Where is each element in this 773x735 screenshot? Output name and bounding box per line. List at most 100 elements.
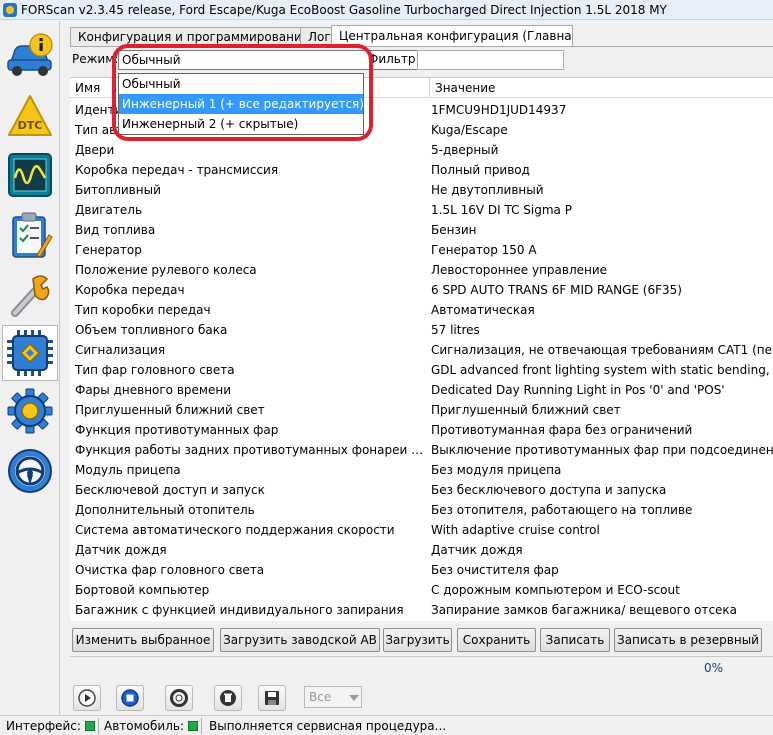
cell-value: Без отопителя, работающего на топливе bbox=[431, 503, 693, 517]
table-row[interactable]: Дополнительный отопитель Без отопителя, р… bbox=[70, 500, 773, 520]
nav-service-button[interactable] bbox=[2, 267, 58, 323]
vehicle-led-icon bbox=[188, 721, 198, 731]
cell-value: Сигнализация, не отвечающая требованиям … bbox=[431, 343, 773, 357]
cell-name: Коробка передач - трансмиссия bbox=[75, 163, 279, 177]
status-separator bbox=[98, 718, 99, 734]
cell-name: Двери bbox=[75, 143, 115, 157]
cell-name: Функция работы задних противотуманных фо… bbox=[75, 443, 427, 457]
table-row[interactable]: Бесключевой доступ и запуск Без бесключев… bbox=[70, 480, 773, 500]
table-row[interactable]: Датчик дождя Датчик дождя bbox=[70, 540, 773, 560]
table-row[interactable]: Тип коробки передач Автоматическая bbox=[70, 300, 773, 320]
table-row[interactable]: Бортовой компьютер С дорожным компьютером… bbox=[70, 580, 773, 600]
left-navigation-bar: DTC bbox=[0, 21, 60, 715]
table-row[interactable]: Двери 5-дверный bbox=[70, 140, 773, 160]
status-bar: Интерфейс: Автомобиль: Выполняется серви… bbox=[0, 715, 773, 735]
table-row[interactable]: Приглушенный ближний свет Приглушенный бл… bbox=[70, 400, 773, 420]
table-row[interactable]: Модуль прицепа Без модуля прицепа bbox=[70, 460, 773, 480]
cell-name: Коробка передач bbox=[75, 283, 185, 297]
cell-value: Приглушенный ближний свет bbox=[431, 403, 621, 417]
mode-dropdown-list: Обычный Инженерный 1 (+ все редактируетс… bbox=[118, 73, 364, 135]
cell-name: Вид топлива bbox=[75, 223, 156, 237]
table-row[interactable]: Коробка передач - трансмиссия Полный прив… bbox=[70, 160, 773, 180]
load-factory-button[interactable]: Загрузить заводской AB bbox=[220, 628, 380, 652]
nav-settings-button[interactable] bbox=[2, 383, 58, 439]
table-row[interactable]: Битопливный Не двутопливный bbox=[70, 180, 773, 200]
mode-option-engineering-2[interactable]: Инженерный 2 (+ скрытые) bbox=[119, 114, 363, 134]
stop-button[interactable] bbox=[116, 685, 144, 711]
cell-value: Противотуманная фара без ограничений bbox=[431, 423, 693, 437]
cell-name: Тип коробки передач bbox=[75, 303, 211, 317]
chevron-down-icon[interactable] bbox=[349, 690, 359, 707]
nav-oscilloscope-button[interactable] bbox=[2, 147, 58, 203]
table-row[interactable]: Система автоматического поддержания скор… bbox=[70, 520, 773, 540]
interface-status: Интерфейс: bbox=[6, 718, 95, 734]
tab-underline bbox=[70, 46, 773, 47]
cell-name: Система автоматического поддержания скор… bbox=[75, 523, 395, 537]
table-row[interactable]: Очистка фар головного света Без очистител… bbox=[70, 560, 773, 580]
cell-value: Выключение противотуманных фар при подсо… bbox=[431, 443, 773, 457]
cell-name: Объем топливного бака bbox=[75, 323, 228, 337]
delete-button[interactable] bbox=[214, 685, 242, 711]
table-row[interactable]: Сигнализация Сигнализация, не отвечающая … bbox=[70, 340, 773, 360]
load-button[interactable]: Загрузить bbox=[383, 628, 452, 652]
nav-tests-button[interactable] bbox=[2, 207, 58, 263]
table-row[interactable]: Функция работы задних противотуманных фо… bbox=[70, 440, 773, 460]
scope-select[interactable]: Все bbox=[304, 686, 362, 708]
table-row[interactable]: Объем топливного бака 57 litres bbox=[70, 320, 773, 340]
progress-area: 0% bbox=[70, 656, 773, 678]
configuration-table: Имя Значение Идентификационный номер1FMC… bbox=[70, 77, 773, 621]
wrench-icon bbox=[11, 275, 50, 317]
filter-row: Режим: Обычный Фильтр: bbox=[70, 49, 773, 71]
lifebuoy-button[interactable] bbox=[165, 685, 193, 711]
cell-name: Багажник с функцией индивидуального запи… bbox=[75, 603, 404, 617]
cell-name: Очистка фар головного света bbox=[75, 563, 265, 577]
play-icon bbox=[78, 689, 96, 707]
tab-log[interactable]: Лог bbox=[300, 27, 332, 47]
nav-dtc-button[interactable]: DTC bbox=[2, 89, 58, 145]
nav-help-button[interactable] bbox=[2, 443, 58, 499]
tab-central-configuration[interactable]: Центральная конфигурация (Главная) bbox=[331, 25, 573, 47]
cell-value: С дорожным компьютером и ECO-scout bbox=[431, 583, 680, 597]
nav-configuration-button[interactable] bbox=[2, 325, 58, 381]
cell-value: Левостороннее управление bbox=[431, 263, 608, 277]
cell-name: Бортовой компьютер bbox=[75, 583, 210, 597]
mode-label: Режим: bbox=[72, 52, 119, 66]
cell-value: Без модуля прицепа bbox=[431, 463, 562, 477]
action-buttons-row: Изменить выбранное Загрузить заводской A… bbox=[70, 626, 773, 654]
filter-input[interactable] bbox=[417, 50, 564, 70]
mode-option-normal[interactable]: Обычный bbox=[119, 74, 363, 94]
table-row[interactable]: Генератор Генератор 150 А bbox=[70, 240, 773, 260]
cell-value: Dedicated Day Running Light in Pos '0' a… bbox=[431, 383, 725, 397]
checklist-icon bbox=[12, 212, 53, 258]
table-row[interactable]: Вид топлива Бензин bbox=[70, 220, 773, 240]
table-row[interactable]: Положение рулевого колеса Левостороннее у… bbox=[70, 260, 773, 280]
table-row[interactable]: Функция противотуманных фар Противотуманн… bbox=[70, 420, 773, 440]
oscilloscope-icon bbox=[8, 153, 52, 197]
save-button[interactable]: Сохранить bbox=[457, 628, 536, 652]
save-to-file-button[interactable] bbox=[258, 685, 286, 711]
cell-value: Полный привод bbox=[431, 163, 530, 177]
cell-value: GDL advanced front lighting system with … bbox=[431, 363, 773, 377]
mode-option-engineering-1[interactable]: Инженерный 1 (+ все редактируется) bbox=[119, 94, 364, 114]
vehicle-status: Автомобиль: bbox=[104, 718, 198, 734]
play-button[interactable] bbox=[73, 685, 101, 711]
cell-value: Не двутопливный bbox=[431, 183, 544, 197]
column-header-value[interactable]: Значение bbox=[430, 78, 773, 98]
table-row[interactable]: Двигатель 1.5L 16V DI TC Sigma P bbox=[70, 200, 773, 220]
tab-configuration-programming[interactable]: Конфигурация и программирование bbox=[70, 27, 301, 47]
edit-selected-button[interactable]: Изменить выбранное bbox=[72, 628, 214, 652]
table-row[interactable]: Коробка передач 6 SPD AUTO TRANS 6F MID R… bbox=[70, 280, 773, 300]
cell-name: Фары дневного времени bbox=[75, 383, 231, 397]
status-message: Выполняется сервисная процедура... bbox=[209, 719, 447, 733]
table-row[interactable]: Фары дневного времени Dedicated Day Runni… bbox=[70, 380, 773, 400]
cell-value: 1.5L 16V DI TC Sigma P bbox=[431, 203, 572, 217]
cell-name: Датчик дождя bbox=[75, 543, 167, 557]
write-button[interactable]: Записать bbox=[540, 628, 610, 652]
table-row[interactable]: Багажник с функцией индивидуального запи… bbox=[70, 600, 773, 620]
table-row[interactable]: Тип фар головного света GDL advanced fron… bbox=[70, 360, 773, 380]
cell-value: 5-дверный bbox=[431, 143, 499, 157]
nav-vehicle-info-button[interactable] bbox=[2, 27, 58, 83]
write-backup-button[interactable]: Записать в резервный bbox=[614, 628, 762, 652]
filter-label: Фильтр: bbox=[368, 52, 420, 66]
cell-value: 57 litres bbox=[431, 323, 480, 337]
